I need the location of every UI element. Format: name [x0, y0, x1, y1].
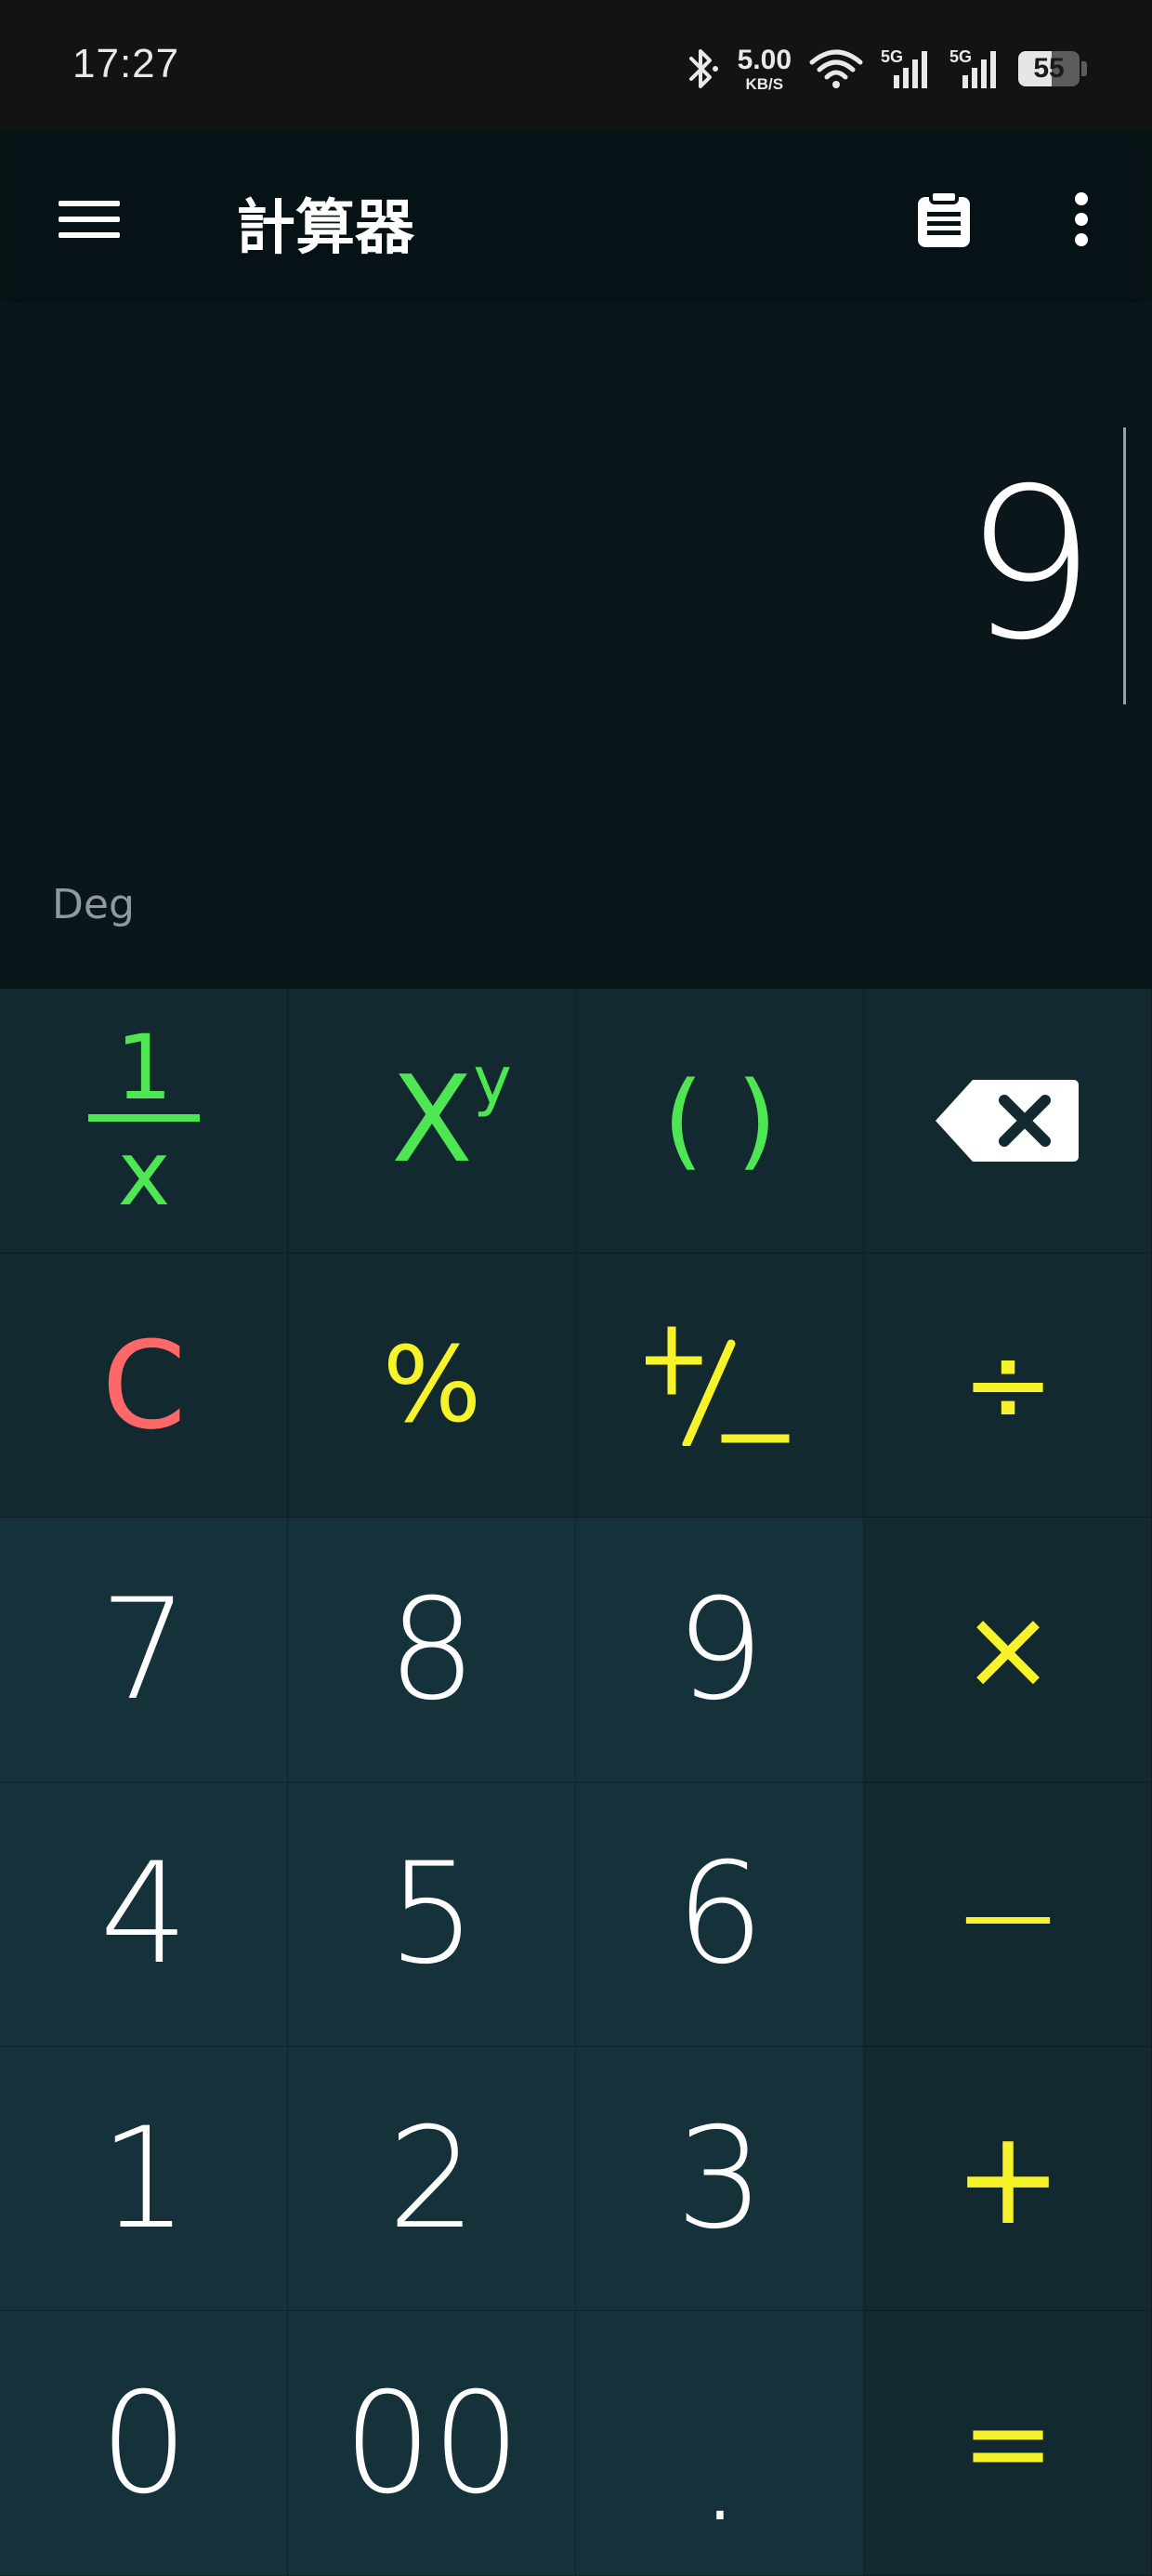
reciprocal-denominator: x [117, 1122, 171, 1227]
digit-5-key[interactable]: 5 [288, 1781, 576, 2047]
divide-key[interactable]: ÷ [864, 1253, 1152, 1518]
calculator-display[interactable]: 9 Deg [0, 303, 1152, 989]
keypad: 1 x X y ( ) C % ÷ 7 8 9 × 4 5 6 — 1 2 3 … [0, 989, 1152, 2576]
power-key[interactable]: X y [288, 989, 576, 1254]
digit-4-key[interactable]: 4 [0, 1781, 288, 2047]
power-exponent: y [473, 1043, 512, 1120]
plus-minus-key[interactable] [576, 1253, 864, 1518]
battery-icon: 55 [1018, 51, 1087, 86]
double-zero-label: 00 [343, 2362, 521, 2525]
digit-2-key[interactable]: 2 [288, 2046, 576, 2312]
display-value: 9 [963, 443, 1096, 686]
digit-9-label: 9 [675, 1569, 765, 1731]
reciprocal-glyph: 1 x [88, 1023, 200, 1218]
minus-key[interactable]: — [864, 1781, 1152, 2047]
multiply-label: × [961, 1584, 1055, 1715]
digit-1-label: 1 [99, 2097, 189, 2260]
network-speed-value: 5.00 [737, 44, 792, 75]
more-vert-icon [1075, 192, 1088, 246]
percent-key[interactable]: % [288, 1253, 576, 1518]
app-title: 計算器 [236, 194, 414, 263]
digit-7-key[interactable]: 7 [0, 1518, 288, 1782]
angle-mode-label[interactable]: Deg [52, 881, 135, 928]
network-speed-unit: KB/S [745, 74, 784, 93]
battery-nub [1081, 61, 1087, 76]
multiply-key[interactable]: × [864, 1518, 1152, 1782]
decimal-key[interactable]: . [576, 2311, 864, 2576]
reciprocal-key[interactable]: 1 x [0, 989, 288, 1254]
digit-8-key[interactable]: 8 [288, 1518, 576, 1782]
double-zero-key[interactable]: 00 [288, 2311, 576, 2576]
digit-6-key[interactable]: 6 [576, 1781, 864, 2047]
digit-1-key[interactable]: 1 [0, 2046, 288, 2312]
parentheses-key[interactable]: ( ) [576, 989, 864, 1254]
status-bar: 17:27 5.00 KB/S 5G 5G 55 [0, 0, 1152, 130]
app-bar: 計算器 [17, 136, 1135, 303]
digit-2-label: 2 [387, 2097, 477, 2260]
status-icons: 5.00 KB/S 5G 5G 55 [684, 43, 1087, 95]
digit-0-label: 0 [99, 2362, 189, 2525]
text-cursor [1123, 427, 1126, 704]
wifi-icon [809, 49, 863, 88]
fraction-bar [88, 1114, 200, 1123]
signal-5g-icon: 5G [881, 47, 933, 90]
reciprocal-numerator: 1 [115, 1016, 173, 1121]
battery-level: 55 [1033, 53, 1065, 84]
digit-3-key[interactable]: 3 [576, 2046, 864, 2312]
menu-button[interactable] [54, 184, 124, 255]
clipboard-icon [918, 190, 970, 247]
digit-4-label: 4 [99, 1833, 189, 1996]
clear-key[interactable]: C [0, 1253, 288, 1518]
menu-icon [59, 201, 120, 238]
power-glyph: X y [391, 1048, 512, 1180]
digit-5-label: 5 [387, 1833, 477, 1996]
decimal-label: . [698, 2390, 742, 2553]
more-options-button[interactable] [1046, 184, 1117, 255]
plus-label: + [953, 2102, 1063, 2254]
backspace-key[interactable] [864, 989, 1152, 1254]
status-time: 17:27 [72, 41, 180, 86]
digit-3-label: 3 [675, 2097, 765, 2260]
digit-9-key[interactable]: 9 [576, 1518, 864, 1782]
percent-label: % [382, 1324, 482, 1446]
digit-0-key[interactable]: 0 [0, 2311, 288, 2576]
network-speed: 5.00 KB/S [738, 46, 792, 92]
history-clipboard-button[interactable] [909, 184, 979, 255]
bluetooth-icon [688, 49, 718, 88]
calculator-screen: 17:27 5.00 KB/S 5G 5G 55 計算器 9 Deg 1 x X… [0, 0, 1152, 2576]
digit-7-label: 7 [99, 1569, 189, 1731]
parentheses-label: ( ) [662, 1060, 778, 1182]
plus-key[interactable]: + [864, 2046, 1152, 2312]
clear-label: C [101, 1314, 187, 1456]
power-base: X [391, 1051, 473, 1190]
plus-minus-icon [646, 1326, 790, 1446]
minus-label: — [962, 1860, 1054, 1969]
digit-8-label: 8 [387, 1569, 477, 1731]
battery-body: 55 [1018, 51, 1080, 86]
equals-label: = [961, 2378, 1055, 2508]
signal-5g-icon: 5G [949, 47, 1001, 90]
divide-label: ÷ [961, 1320, 1055, 1450]
digit-6-label: 6 [675, 1833, 765, 1996]
equals-key[interactable]: = [864, 2311, 1152, 2576]
backspace-icon [936, 1080, 1079, 1163]
